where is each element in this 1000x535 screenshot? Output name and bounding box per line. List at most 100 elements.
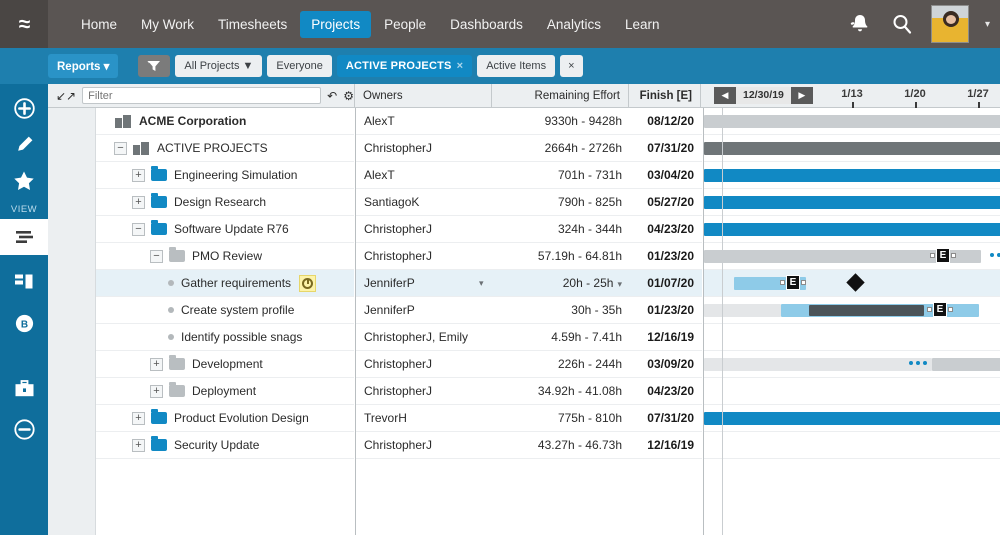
cell-finish-date[interactable]: 08/12/20 (630, 114, 702, 128)
data-row[interactable]: AlexT 701h - 731h 03/04/20 (356, 162, 702, 189)
filter-chip-1[interactable]: Everyone (267, 55, 332, 77)
gear-icon[interactable]: ⚙ (343, 89, 354, 103)
data-row[interactable]: ChristopherJ 2664h - 2726h 07/31/20 (356, 135, 702, 162)
tree-toggle-icon[interactable]: + (150, 357, 163, 371)
close-icon[interactable]: × (457, 60, 464, 72)
cell-finish-date[interactable]: 12/16/19 (630, 330, 702, 344)
data-row[interactable]: JenniferP ▾ 20h - 25h ▾ 01/07/20 (356, 270, 702, 297)
milestone-diamond-icon[interactable] (846, 273, 865, 292)
gantt-row[interactable] (704, 351, 1000, 378)
tree-toggle-icon[interactable]: + (150, 384, 163, 398)
data-row[interactable]: ChristopherJ 34.92h - 41.08h 04/23/20 (356, 378, 702, 405)
nav-item-home[interactable]: Home (70, 11, 128, 38)
cell-remaining-effort[interactable]: 9330h - 9428h (493, 114, 630, 128)
search-input[interactable] (82, 87, 322, 104)
briefcase-icon[interactable] (0, 371, 48, 407)
board-view-icon[interactable]: B (0, 305, 48, 341)
account-menu-caret[interactable]: ▾ (985, 19, 990, 30)
minus-circle-icon[interactable] (0, 411, 48, 447)
tree-toggle-icon[interactable]: − (132, 222, 145, 236)
bar-overflow-ellipsis-icon[interactable] (909, 361, 927, 365)
estimate-flag-icon[interactable]: E (936, 248, 950, 263)
nav-item-timesheets[interactable]: Timesheets (207, 11, 298, 38)
gantt-row[interactable] (704, 324, 1000, 351)
search-icon[interactable] (889, 11, 915, 37)
cell-finish-date[interactable]: 12/16/19 (630, 438, 702, 452)
cell-finish-date[interactable]: 03/04/20 (630, 168, 702, 182)
tree-row[interactable]: Identify possible snags (96, 324, 354, 351)
gantt-bar[interactable] (704, 358, 932, 371)
tree-toggle-icon[interactable]: + (132, 438, 145, 452)
gantt-row[interactable]: E (704, 297, 1000, 324)
tree-toggle-icon[interactable]: + (132, 168, 145, 182)
cell-owner[interactable]: ChristopherJ (356, 384, 493, 398)
gantt-bar[interactable] (704, 412, 1000, 425)
data-row[interactable]: AlexT 9330h - 9428h 08/12/20 (356, 108, 702, 135)
gantt-row[interactable] (704, 432, 1000, 459)
gantt-row[interactable] (704, 189, 1000, 216)
column-header-owners[interactable]: Owners (354, 83, 491, 108)
data-row[interactable]: JenniferP 30h - 35h 01/23/20 (356, 297, 702, 324)
nav-item-analytics[interactable]: Analytics (536, 11, 612, 38)
nav-item-people[interactable]: People (373, 11, 437, 38)
tree-toggle-icon[interactable]: + (132, 411, 145, 425)
edit-pencil-icon[interactable] (0, 126, 48, 162)
gantt-bar[interactable] (704, 169, 1000, 182)
clear-filters-button[interactable]: × (560, 55, 583, 77)
tree-row[interactable]: + Engineering Simulation (96, 162, 354, 189)
warning-badge-icon[interactable] (299, 274, 317, 292)
tree-row[interactable]: + Design Research (96, 189, 354, 216)
tree-row[interactable]: + Deployment (96, 378, 354, 405)
cell-remaining-effort[interactable]: 43.27h - 46.73h (493, 438, 630, 452)
cell-owner[interactable]: ChristopherJ (356, 357, 493, 371)
owner-dropdown-caret[interactable]: ▾ (479, 278, 484, 289)
gantt-bar[interactable] (704, 115, 1000, 128)
filter-chip-0[interactable]: All Projects ▼ (175, 55, 263, 77)
undo-icon[interactable]: ↶ (327, 89, 337, 103)
cell-finish-date[interactable]: 01/23/20 (630, 303, 702, 317)
timeline-current-date[interactable]: 12/30/19 (736, 86, 791, 104)
cell-finish-date[interactable]: 01/07/20 (630, 276, 702, 290)
funnel-icon[interactable] (138, 55, 171, 77)
nav-item-my-work[interactable]: My Work (130, 11, 205, 38)
tree-toggle-icon[interactable]: − (150, 249, 163, 263)
bar-handle-right[interactable] (801, 280, 806, 285)
reports-button[interactable]: Reports ▾ (48, 54, 119, 78)
cell-owner[interactable]: ChristopherJ (356, 249, 493, 263)
cell-finish-date[interactable]: 01/23/20 (630, 249, 702, 263)
cell-remaining-effort[interactable]: 2664h - 2726h (493, 141, 630, 155)
gantt-row[interactable] (704, 108, 1000, 135)
add-icon[interactable] (0, 90, 48, 126)
cell-remaining-effort[interactable]: 775h - 810h (493, 411, 630, 425)
collapse-arrows-icon[interactable]: ↙↗ (56, 89, 76, 103)
gantt-row[interactable] (704, 378, 1000, 405)
data-row[interactable]: SantiagoK 790h - 825h 05/27/20 (356, 189, 702, 216)
column-header-finish[interactable]: Finish [E] (628, 83, 700, 108)
data-row[interactable]: ChristopherJ 324h - 344h 04/23/20 (356, 216, 702, 243)
filter-chip-3[interactable]: Active Items (477, 55, 556, 77)
gantt-row[interactable] (704, 135, 1000, 162)
cell-owner[interactable]: ChristopherJ (356, 141, 493, 155)
tree-row[interactable]: Gather requirements (96, 270, 354, 297)
bar-handle-right[interactable] (948, 307, 953, 312)
bar-overflow-ellipsis-icon[interactable] (990, 253, 1000, 257)
cell-finish-date[interactable]: 04/23/20 (630, 222, 702, 236)
next-arrow-icon[interactable]: ▶ (790, 86, 813, 104)
tree-row[interactable]: − ACTIVE PROJECTS (96, 135, 354, 162)
estimate-flag-icon[interactable]: E (786, 275, 800, 290)
nav-item-learn[interactable]: Learn (614, 11, 671, 38)
gantt-bar[interactable] (809, 305, 924, 316)
cell-remaining-effort[interactable]: 790h - 825h (493, 195, 630, 209)
bar-handle-left[interactable] (780, 280, 785, 285)
cell-owner[interactable]: JenniferP (356, 276, 493, 290)
tree-row[interactable]: + Development (96, 351, 354, 378)
cell-owner[interactable]: AlexT (356, 114, 493, 128)
cell-finish-date[interactable]: 04/23/20 (630, 384, 702, 398)
cell-owner[interactable]: ChristopherJ, Emily (356, 330, 493, 344)
bar-handle-left[interactable] (927, 307, 932, 312)
tree-row[interactable]: Create system profile (96, 297, 354, 324)
gantt-row[interactable]: E (704, 243, 1000, 270)
cell-remaining-effort[interactable]: 4.59h - 7.41h (493, 330, 630, 344)
tree-row[interactable]: ACME Corporation (96, 108, 354, 135)
cell-owner[interactable]: ChristopherJ (356, 438, 493, 452)
